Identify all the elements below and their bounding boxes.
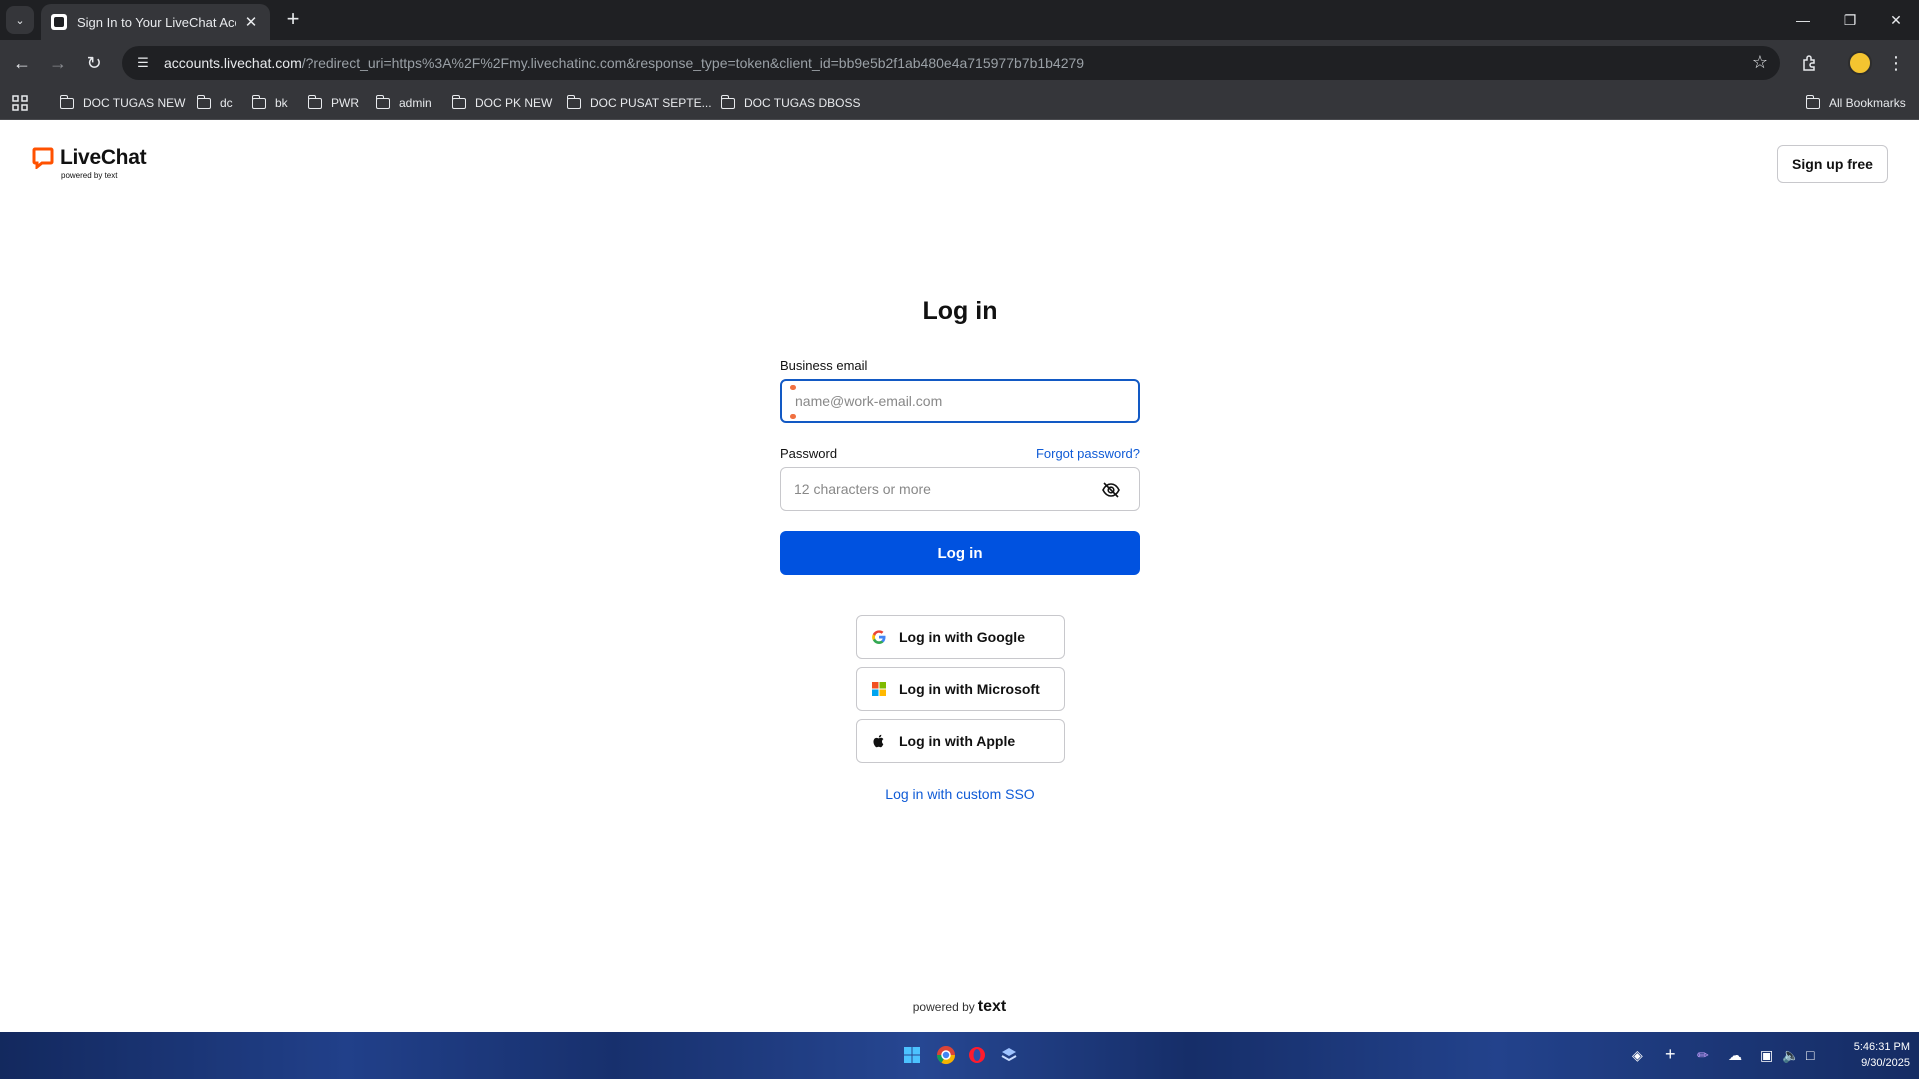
- bookmark-star-icon[interactable]: ☆: [1752, 52, 1768, 73]
- folder-icon: [451, 94, 466, 109]
- folder-icon: [307, 94, 322, 109]
- windows-start-icon[interactable]: [902, 1045, 922, 1065]
- restore-icon[interactable]: ❐: [1827, 0, 1873, 40]
- microsoft-login-label: Log in with Microsoft: [899, 681, 1040, 697]
- apps-grid-icon[interactable]: [10, 93, 30, 113]
- google-login-button[interactable]: Log in with Google: [856, 615, 1065, 659]
- apple-icon: [873, 734, 884, 748]
- tray-plus-icon[interactable]: +: [1665, 1044, 1676, 1065]
- livechat-bubble-icon: [32, 147, 54, 169]
- close-icon[interactable]: ✕: [242, 13, 260, 31]
- more-menu-icon[interactable]: ⋮: [1886, 49, 1906, 77]
- bookmark-folder-doc-tugas-dboss[interactable]: DOC TUGAS DBOSS: [720, 92, 860, 114]
- login-page: LiveChat powered by text Sign up free Lo…: [0, 121, 1919, 1032]
- custom-sso-link[interactable]: Log in with custom SSO: [780, 786, 1140, 802]
- google-login-label: Log in with Google: [899, 629, 1025, 645]
- opera-taskbar-icon[interactable]: [967, 1045, 987, 1065]
- tray-pen-icon[interactable]: ✏: [1697, 1047, 1709, 1064]
- logo-powered-by: powered by text: [61, 171, 118, 180]
- taskbar-clock[interactable]: 5:46:31 PM 9/30/2025: [1830, 1039, 1910, 1071]
- address-bar[interactable]: ☰ accounts.livechat.com/?redirect_uri=ht…: [122, 46, 1780, 80]
- footer-powered-by: powered by text: [0, 998, 1919, 1016]
- close-window-icon[interactable]: ✕: [1873, 0, 1919, 40]
- browser-tab-bar: ⌄ Sign In to Your LiveChat Account ✕ + —…: [0, 0, 1919, 40]
- password-placeholder: 12 characters or more: [794, 481, 931, 497]
- sign-up-button[interactable]: Sign up free: [1777, 145, 1888, 183]
- bookmark-folder-doc-pusat[interactable]: DOC PUSAT SEPTE...: [566, 92, 712, 114]
- google-icon: [872, 630, 886, 644]
- notification-icon[interactable]: □: [1806, 1047, 1814, 1063]
- microsoft-login-button[interactable]: Log in with Microsoft: [856, 667, 1065, 711]
- chrome-taskbar-icon[interactable]: [936, 1045, 956, 1065]
- apple-login-button[interactable]: Log in with Apple: [856, 719, 1065, 763]
- password-field[interactable]: 12 characters or more: [780, 467, 1140, 511]
- app-taskbar-icon[interactable]: [999, 1045, 1019, 1065]
- minimize-icon[interactable]: —: [1780, 0, 1826, 40]
- folder-icon: [196, 94, 211, 109]
- folder-icon: [566, 94, 581, 109]
- new-tab-button[interactable]: +: [281, 8, 305, 32]
- email-field[interactable]: name@work-email.com: [780, 379, 1140, 423]
- reload-icon[interactable]: ↻: [80, 49, 108, 77]
- bookmark-folder-doc-tugas-new[interactable]: DOC TUGAS NEW: [59, 92, 185, 114]
- chevron-down-icon: ⌄: [15, 14, 25, 27]
- password-label: Password: [780, 446, 838, 461]
- folder-icon: [1805, 94, 1820, 109]
- folder-icon: [59, 94, 74, 109]
- footer-brand: text: [977, 998, 1007, 1015]
- tray-app-icon[interactable]: ◈: [1632, 1047, 1643, 1064]
- microsoft-icon: [872, 682, 886, 696]
- bookmark-folder-pwr[interactable]: PWR: [307, 92, 359, 114]
- livechat-favicon-icon: [51, 14, 67, 30]
- forgot-password-link[interactable]: Forgot password?: [1036, 446, 1140, 461]
- page-title: Log in: [922, 297, 998, 325]
- forward-arrow-icon[interactable]: →: [44, 49, 72, 77]
- apple-login-label: Log in with Apple: [899, 733, 1016, 749]
- autofill-indicator-icon: [790, 385, 796, 419]
- clock-date: 9/30/2025: [1861, 1057, 1910, 1069]
- network-icon[interactable]: ▣: [1760, 1047, 1773, 1064]
- bookmark-folder-bk[interactable]: bk: [251, 92, 288, 114]
- footer-powered-text: powered by: [912, 1000, 975, 1014]
- browser-tab[interactable]: Sign In to Your LiveChat Account ✕: [41, 4, 270, 40]
- folder-icon: [251, 94, 266, 109]
- email-placeholder: name@work-email.com: [795, 393, 943, 409]
- windows-taskbar: ◈ + ✏ ☁ ▣ 🔈 □ 5:46:31 PM 9/30/2025: [0, 1032, 1919, 1079]
- bookmark-folder-admin[interactable]: admin: [375, 92, 432, 114]
- all-bookmarks-button[interactable]: All Bookmarks: [1805, 92, 1906, 114]
- livechat-logo[interactable]: LiveChat powered by text: [32, 146, 147, 180]
- clock-time: 5:46:31 PM: [1853, 1041, 1910, 1053]
- email-label: Business email: [780, 358, 868, 373]
- tab-title: Sign In to Your LiveChat Account: [77, 14, 236, 30]
- back-arrow-icon[interactable]: ←: [8, 49, 36, 77]
- bookmark-folder-doc-pk-new[interactable]: DOC PK NEW: [451, 92, 552, 114]
- logo-name: LiveChat: [60, 146, 147, 169]
- cloud-offline-icon[interactable]: ☁: [1728, 1047, 1742, 1064]
- extensions-puzzle-icon[interactable]: [1796, 49, 1824, 77]
- bookmarks-bar: DOC TUGAS NEW dc bk PWR admin DOC PK NEW…: [0, 86, 1919, 120]
- browser-toolbar: ← → ↻ ☰ accounts.livechat.com/?redirect_…: [0, 40, 1919, 86]
- bookmark-folder-dc[interactable]: dc: [196, 92, 233, 114]
- profile-avatar[interactable]: [1848, 51, 1872, 75]
- volume-icon[interactable]: 🔈: [1782, 1047, 1799, 1064]
- folder-icon: [375, 94, 390, 109]
- folder-icon: [720, 94, 735, 109]
- tab-search-button[interactable]: ⌄: [6, 6, 34, 34]
- site-info-icon[interactable]: ☰: [134, 54, 152, 72]
- log-in-button[interactable]: Log in: [780, 531, 1140, 575]
- url-text: accounts.livechat.com/?redirect_uri=http…: [164, 55, 1085, 71]
- eye-off-icon[interactable]: [1101, 480, 1121, 500]
